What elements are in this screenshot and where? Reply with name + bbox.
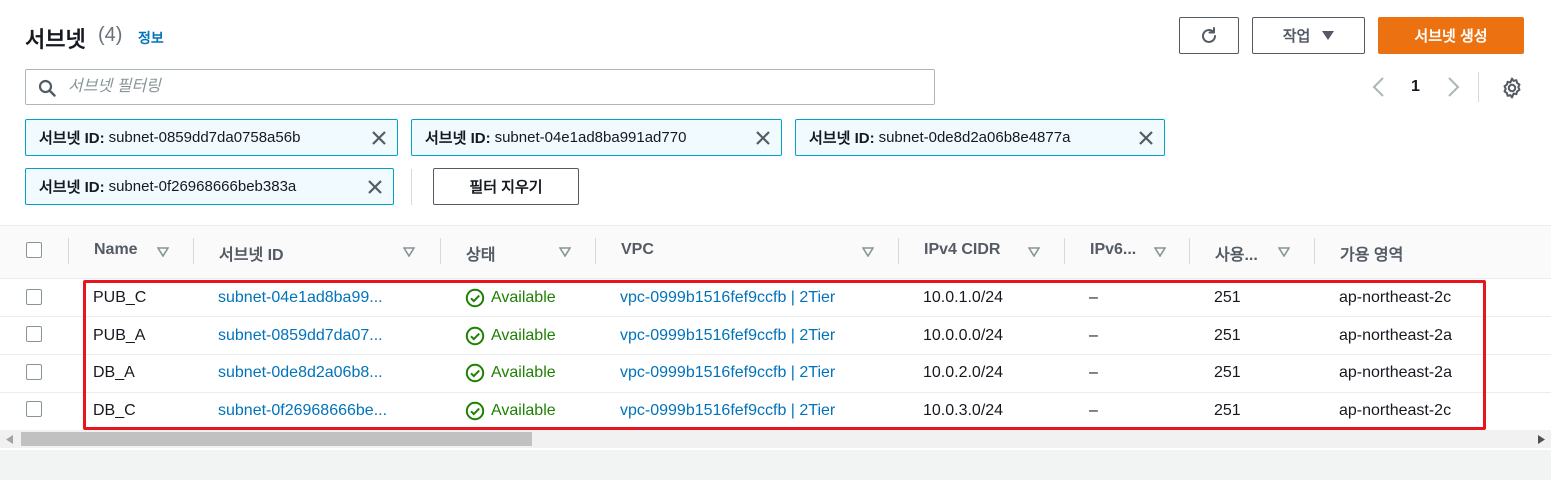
- actions-label: 작업: [1282, 28, 1311, 45]
- select-all-checkbox[interactable]: [26, 242, 42, 258]
- close-icon[interactable]: [1137, 129, 1155, 147]
- column-divider: [1064, 238, 1065, 264]
- actions-button[interactable]: 작업: [1252, 17, 1365, 54]
- filter-token-value: subnet-0859dd7da0758a56b: [108, 129, 301, 146]
- create-subnet-button[interactable]: 서브넷 생성: [1378, 17, 1524, 54]
- filter-token-key: 서브넷 ID:: [809, 130, 875, 147]
- close-icon[interactable]: [370, 129, 388, 147]
- filter-token-value: subnet-0f26968666beb383a: [108, 178, 297, 195]
- filter-token: 서브넷 ID: subnet-0f26968666beb383a: [25, 168, 394, 205]
- sort-caret-icon[interactable]: [1154, 247, 1166, 257]
- close-icon[interactable]: [754, 129, 772, 147]
- sort-caret-icon[interactable]: [1028, 247, 1040, 257]
- token-divider: [411, 169, 412, 205]
- column-divider: [440, 238, 441, 264]
- refresh-button[interactable]: [1179, 17, 1239, 54]
- highlight-box: [83, 280, 1486, 430]
- sort-caret-icon[interactable]: [1278, 247, 1290, 257]
- column-header-availability-zone[interactable]: 가용 영역: [1340, 241, 1403, 265]
- scroll-right-icon[interactable]: [1537, 435, 1545, 444]
- row-checkbox[interactable]: [26, 326, 42, 342]
- subnet-count: (4): [98, 24, 123, 46]
- search-input[interactable]: [68, 76, 918, 98]
- caret-down-icon: [1322, 30, 1335, 40]
- column-header-subnet-id[interactable]: 서브넷 ID: [219, 241, 284, 265]
- column-header-vpc[interactable]: VPC: [621, 241, 654, 259]
- filter-token: 서브넷 ID: subnet-0859dd7da0758a56b: [25, 119, 398, 156]
- column-divider: [1189, 238, 1190, 264]
- column-divider: [595, 238, 596, 264]
- scrollbar-thumb[interactable]: [21, 432, 532, 446]
- filter-token-value: subnet-0de8d2a06b8e4877a: [878, 129, 1071, 146]
- scroll-left-icon[interactable]: [6, 435, 14, 444]
- column-header-name[interactable]: Name: [94, 241, 138, 259]
- row-checkbox[interactable]: [26, 289, 42, 305]
- column-divider: [193, 238, 194, 264]
- column-divider: [898, 238, 899, 264]
- chevron-right-icon[interactable]: [1444, 76, 1462, 98]
- filter-token-value: subnet-04e1ad8ba991ad770: [494, 129, 687, 146]
- info-link[interactable]: 정보: [138, 28, 164, 48]
- column-header-ipv6-cidr[interactable]: IPv6...: [1090, 241, 1136, 259]
- column-divider: [68, 238, 69, 264]
- sort-caret-icon[interactable]: [157, 247, 169, 257]
- page-footer-band: [0, 450, 1551, 480]
- refresh-icon: [1202, 26, 1216, 43]
- close-icon[interactable]: [366, 178, 384, 196]
- column-header-ipv4-cidr[interactable]: IPv4 CIDR: [924, 241, 1000, 259]
- column-header-state[interactable]: 상태: [466, 241, 495, 265]
- sort-caret-icon[interactable]: [862, 247, 874, 257]
- page-number[interactable]: 1: [1411, 78, 1420, 96]
- sort-caret-icon[interactable]: [559, 247, 571, 257]
- subnet-filter-search[interactable]: [25, 69, 935, 105]
- row-checkbox[interactable]: [26, 364, 42, 380]
- sort-caret-icon[interactable]: [403, 247, 415, 257]
- column-divider: [1314, 238, 1315, 264]
- filter-token-key: 서브넷 ID:: [39, 179, 105, 196]
- row-checkbox[interactable]: [26, 401, 42, 417]
- chevron-left-icon[interactable]: [1370, 76, 1388, 98]
- pagination-divider: [1478, 72, 1479, 102]
- filter-token: 서브넷 ID: subnet-0de8d2a06b8e4877a: [795, 119, 1165, 156]
- column-header-available-ips[interactable]: 사용...: [1215, 241, 1258, 265]
- filter-token-key: 서브넷 ID:: [425, 130, 491, 147]
- filter-token-key: 서브넷 ID:: [39, 130, 105, 147]
- filter-token: 서브넷 ID: subnet-04e1ad8ba991ad770: [411, 119, 782, 156]
- search-icon: [38, 79, 56, 97]
- clear-filters-button[interactable]: 필터 지우기: [433, 168, 579, 205]
- gear-icon[interactable]: [1500, 76, 1524, 100]
- page-title: 서브넷: [25, 27, 86, 52]
